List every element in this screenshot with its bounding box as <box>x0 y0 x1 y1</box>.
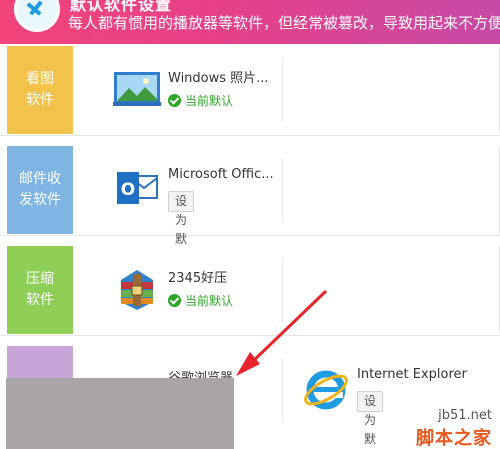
watermark-site: jb51.net <box>438 408 492 423</box>
watermark-brand: 脚本之家 <box>416 428 492 449</box>
redaction-overlay <box>6 378 234 449</box>
default-software-window: 默认软件设置 每人都有惯用的播放器等软件，但经常被篡改，导致用起来不方便。 看图… <box>0 0 500 449</box>
